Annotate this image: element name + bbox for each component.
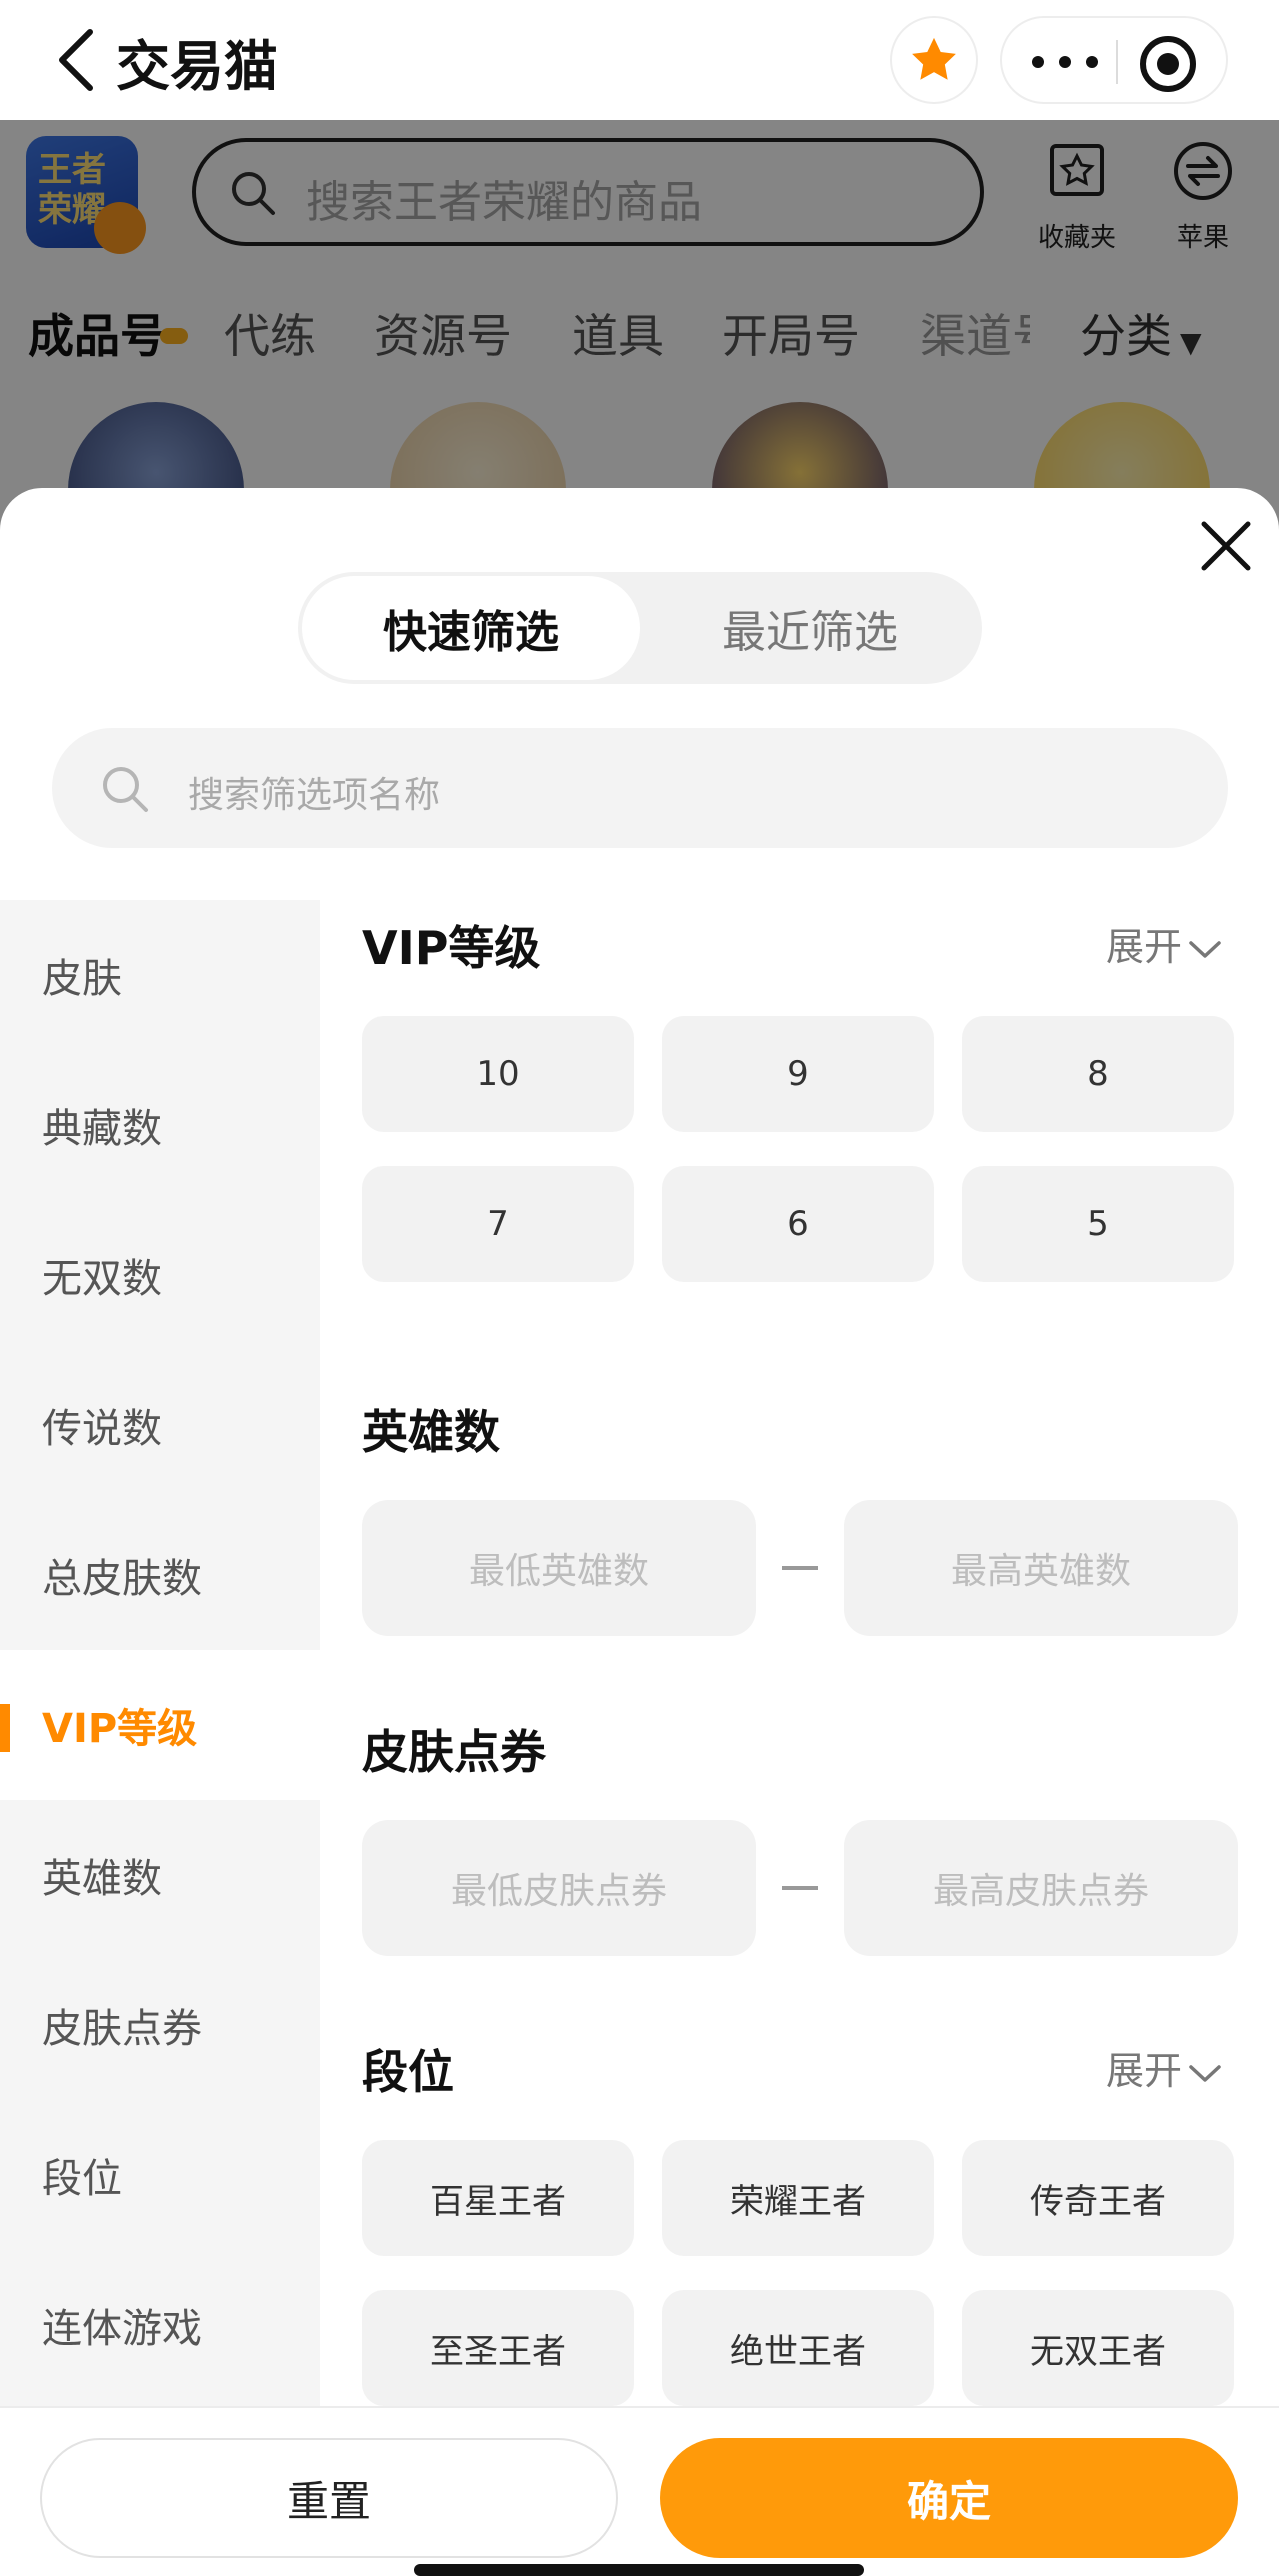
filter-footer: 重置 确定: [0, 2406, 1279, 2576]
reset-button[interactable]: 重置: [40, 2438, 618, 2558]
vip-option[interactable]: 10: [362, 1016, 634, 1132]
vip-option[interactable]: 8: [962, 1016, 1234, 1132]
close-program-icon[interactable]: [1140, 36, 1196, 92]
rank-option[interactable]: 荣耀王者: [662, 2140, 934, 2256]
search-icon: [103, 767, 148, 812]
expand-label: 展开: [1106, 925, 1183, 969]
sidebar-item-total-skins[interactable]: 总皮肤数: [0, 1500, 320, 1650]
rank-option[interactable]: 至圣王者: [362, 2290, 634, 2406]
sidebar-item-hero-count[interactable]: 英雄数: [0, 1800, 320, 1950]
chevron-down-icon: [1189, 940, 1221, 958]
chevron-down-icon: [1189, 2064, 1221, 2082]
capsule-divider: [1116, 40, 1118, 84]
expand-label: 展开: [1106, 2049, 1183, 2093]
vip-option[interactable]: 9: [662, 1016, 934, 1132]
filter-sheet: 快速筛选 最近筛选 搜索筛选项名称 皮肤 典藏数 无双数 传说数 总皮肤数 VI…: [0, 488, 1279, 2576]
vip-option[interactable]: 7: [362, 1166, 634, 1282]
rank-option[interactable]: 百星王者: [362, 2140, 634, 2256]
tab-quick-filter[interactable]: 快速筛选: [302, 576, 640, 680]
sidebar-item-collection-count[interactable]: 典藏数: [0, 1050, 320, 1200]
filter-mode-switch: 快速筛选 最近筛选: [298, 572, 982, 684]
sidebar-item-linked-game[interactable]: 连体游戏: [0, 2250, 320, 2400]
skin-coupon-max-input[interactable]: 最高皮肤点券: [844, 1820, 1238, 1956]
vip-option[interactable]: 5: [962, 1166, 1234, 1282]
sidebar-item-rank[interactable]: 段位: [0, 2100, 320, 2250]
filter-search-input[interactable]: 搜索筛选项名称: [52, 728, 1228, 848]
skin-coupon-min-input[interactable]: 最低皮肤点券: [362, 1820, 756, 1956]
section-title-rank: 段位: [362, 2045, 454, 2099]
range-separator: [782, 1886, 818, 1890]
tab-recent-filter[interactable]: 最近筛选: [642, 576, 978, 680]
mini-program-capsule: [1000, 16, 1228, 104]
top-bar: 交易猫: [0, 0, 1279, 120]
section-title-hero-count: 英雄数: [362, 1405, 500, 1459]
filter-sidebar: 皮肤 典藏数 无双数 传说数 总皮肤数 VIP等级 英雄数 皮肤点券 段位 连体…: [0, 900, 320, 2414]
section-title-vip: VIP等级: [362, 921, 541, 975]
vip-option[interactable]: 6: [662, 1166, 934, 1282]
section-title-skin-coupon: 皮肤点券: [362, 1725, 546, 1779]
confirm-button[interactable]: 确定: [660, 2438, 1238, 2558]
rank-option[interactable]: 传奇王者: [962, 2140, 1234, 2256]
rank-expand-button[interactable]: 展开: [1106, 2040, 1222, 2095]
vip-expand-button[interactable]: 展开: [1106, 916, 1222, 971]
rank-option[interactable]: 无双王者: [962, 2290, 1234, 2406]
sidebar-item-skin[interactable]: 皮肤: [0, 900, 320, 1050]
filter-search-placeholder: 搜索筛选项名称: [188, 775, 441, 816]
app-title: 交易猫: [116, 35, 278, 98]
sidebar-item-legend-count[interactable]: 传说数: [0, 1350, 320, 1500]
hero-count-max-input[interactable]: 最高英雄数: [844, 1500, 1238, 1636]
sidebar-item-vip-level[interactable]: VIP等级: [0, 1650, 320, 1800]
sidebar-item-skin-coupon[interactable]: 皮肤点券: [0, 1950, 320, 2100]
rank-option[interactable]: 绝世王者: [662, 2290, 934, 2406]
hero-count-min-input[interactable]: 最低英雄数: [362, 1500, 756, 1636]
back-icon[interactable]: [56, 28, 96, 92]
sidebar-item-peerless-count[interactable]: 无双数: [0, 1200, 320, 1350]
close-icon[interactable]: [1198, 518, 1254, 574]
more-icon[interactable]: [1032, 42, 1098, 82]
home-indicator: [414, 2564, 864, 2576]
range-separator: [782, 1566, 818, 1570]
star-icon: [912, 37, 956, 80]
favorite-button[interactable]: [890, 16, 978, 104]
